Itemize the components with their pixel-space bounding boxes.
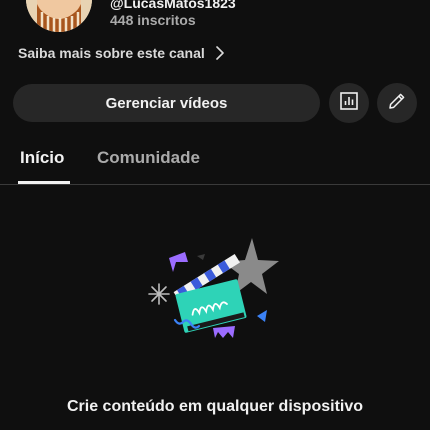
empty-state-title: Crie conteúdo em qualquer dispositivo [66,398,364,415]
subscriber-count: 448 inscritos [110,12,196,28]
channel-handle: @LucasMatos1823 [110,0,236,11]
manage-videos-button[interactable]: Gerenciar vídeos [13,84,320,122]
tab-inicio[interactable]: Início [20,148,64,168]
about-channel-label: Saiba mais sobre este canal [18,45,205,61]
analytics-button[interactable] [329,83,369,123]
active-tab-indicator [18,181,70,184]
avatar-image [26,0,92,32]
channel-avatar[interactable] [26,0,92,32]
chevron-right-icon [215,46,225,60]
channel-tabs: Início Comunidade [0,140,430,185]
manage-videos-label: Gerenciar vídeos [105,94,228,112]
tab-comunidade[interactable]: Comunidade [97,148,200,168]
edit-channel-button[interactable] [377,83,417,123]
pencil-icon [387,91,407,116]
analytics-icon [339,91,359,116]
clapperboard-illustration [145,232,285,347]
about-channel-link[interactable]: Saiba mais sobre este canal [18,43,225,63]
